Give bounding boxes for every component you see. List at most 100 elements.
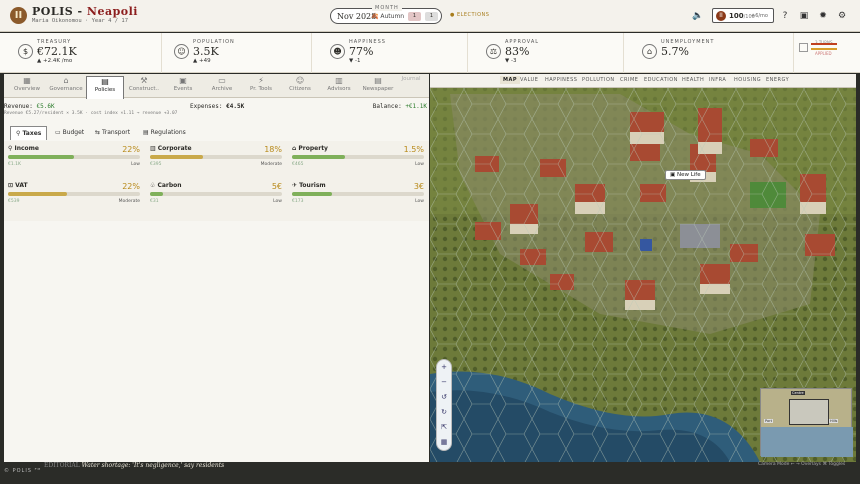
tax-slider[interactable] [292, 155, 424, 159]
zoom-out-icon[interactable]: − [437, 375, 451, 390]
revenue: Revenue: €5.6K [4, 103, 55, 110]
maptab-map[interactable]: MAP [500, 76, 521, 84]
folder-icon: ▭ [218, 76, 226, 85]
month-label: MONTH [372, 5, 402, 11]
tab-construction[interactable]: ⚒ Construct.. [125, 76, 163, 97]
tab-pr-tools[interactable]: ⚡ Pr. Tools [242, 76, 280, 97]
building-label[interactable]: ▣ New Life [665, 170, 706, 180]
tax-slider-fill [150, 192, 164, 196]
settings-icon[interactable]: ✹ [817, 10, 829, 22]
gavel-icon: ⚖ [486, 44, 501, 59]
gear-icon[interactable]: ⚙ [836, 10, 848, 22]
maptab-happiness[interactable]: HAPPINESS [545, 77, 577, 83]
stat-treasury: $ TREASURY €72.1K ▲ +2.4K /mo [0, 33, 162, 73]
layers-icon[interactable]: ▦ [437, 435, 451, 450]
pace-button-a[interactable]: 1 [408, 12, 421, 21]
tax-tourism[interactable]: ✈ Tourism 3€ €173 Low [292, 182, 424, 218]
minimap[interactable]: Centre Port Hills [760, 388, 853, 457]
smile-icon: ☻ [330, 44, 345, 59]
calendar-icon: ▣ [179, 76, 187, 85]
tax-property[interactable]: ⌂ Property 1.5% €465 Low [292, 145, 424, 181]
stats-bar: $ TREASURY €72.1K ▲ +2.4K /mo ☺ POPULATI… [0, 33, 860, 73]
pace-button-b[interactable]: 1 [425, 12, 438, 21]
main-nav: ▦ Overview ⌂ Governance ▤ Policies ⚒ Constru… [4, 74, 430, 99]
tax-vat[interactable]: ⊡ VAT 22% €539 Moderate [8, 182, 140, 218]
tab-governance[interactable]: ⌂ Governance [47, 76, 85, 97]
turns-bar-amber [811, 48, 837, 50]
tax-slider-fill [8, 192, 68, 196]
tax-slider-fill [292, 192, 332, 196]
policies-panel: ▦ Overview ⌂ Governance ▤ Policies ⚒ Constru… [4, 74, 429, 462]
document-icon: ▤ [101, 77, 109, 86]
subtab-budget[interactable]: ▭ Budget [50, 126, 89, 140]
mayor-name: Maria Oikonomou [32, 18, 82, 24]
rotate-right-icon[interactable]: ↻ [437, 405, 451, 420]
city-logo: II [10, 7, 27, 24]
tax-slider[interactable] [150, 155, 282, 159]
coin-icon: II [716, 11, 726, 21]
grid-icon: ▦ [23, 76, 31, 85]
maptab-education[interactable]: EDUCATION [644, 77, 678, 83]
tax-name: ✈ Tourism [292, 182, 326, 189]
tax-slider[interactable] [8, 192, 140, 196]
tax-slider[interactable] [8, 155, 140, 159]
tax-slider[interactable] [150, 192, 282, 196]
tab-events[interactable]: ▣ Events [164, 76, 202, 97]
tax-name: ⊡ VAT [8, 182, 28, 189]
save-icon[interactable]: ▣ [798, 10, 810, 22]
minimap-water [761, 427, 853, 457]
zoom-controls: + − ↺ ↻ ⇱ ▦ [436, 359, 452, 451]
stat-approval: ⚖ APPROVAL 83% ▼ -3 [468, 33, 624, 73]
hammer-icon: ⚒ [140, 76, 148, 85]
stat-happiness: ☻ HAPPINESS 77% ▼ -1 [312, 33, 468, 73]
turns-widget: 3 TURNS APPLIED [797, 39, 839, 65]
help-icon[interactable]: ? [779, 10, 791, 22]
game-name: POLIS - [32, 5, 83, 18]
coins-counter: II 100/100 +6/mo [712, 8, 774, 23]
tax-slider[interactable] [292, 192, 424, 196]
coins-rate: +6/mo [751, 13, 768, 19]
top-bar: II POLIS - Neapoli Maria Oikonomou · Yea… [0, 0, 860, 32]
news-ticker[interactable]: EDITORIAL Water shortage: 'It's negligen… [44, 462, 224, 469]
maptab-housing[interactable]: HOUSING [734, 77, 761, 83]
zoom-in-icon[interactable]: + [437, 360, 451, 375]
maptab-crime[interactable]: CRIME [620, 77, 638, 83]
tab-overview[interactable]: ▦ Overview [8, 76, 46, 97]
tab-journal[interactable]: Journal [392, 76, 430, 97]
people-icon: ☺ [295, 76, 305, 85]
volume-icon[interactable]: 🔈 [692, 10, 704, 22]
turns-bar-red [811, 43, 837, 45]
elections-indicator[interactable]: ● ELECTIONS [450, 12, 489, 18]
city-map[interactable]: MAP VALUE HAPPINESS POLLUTION CRIME EDUC… [430, 74, 856, 462]
keyboard-hints: Camera Mode ← → Overlays ⌘ Toggles [758, 462, 846, 467]
subtab-regulations[interactable]: ▤ Regulations [138, 126, 191, 140]
compass-icon[interactable]: ⇱ [437, 420, 451, 435]
subtab-transport[interactable]: ⇆ Transport [90, 126, 135, 140]
expenses: Expenses: €4.5K [190, 103, 245, 110]
tax-slider-fill [292, 155, 345, 159]
factory-icon: ⌂ [642, 44, 657, 59]
maptab-health[interactable]: HEALTH [682, 77, 704, 83]
subtab-taxes[interactable]: ⚲ Taxes [10, 126, 48, 140]
map-overlay-tabs: MAP VALUE HAPPINESS POLLUTION CRIME EDUC… [430, 74, 856, 88]
minimap-viewport[interactable] [789, 399, 829, 425]
maptab-infra[interactable]: INFRA [709, 77, 726, 83]
rotate-left-icon[interactable]: ↺ [437, 390, 451, 405]
tax-carbon[interactable]: ♧ Carbon 5€ €31 Low [150, 182, 282, 218]
tab-citizens[interactable]: ☺ Citizens [281, 76, 319, 97]
calendar-icon [799, 43, 808, 52]
season-label: 🍂 Autumn [371, 13, 405, 20]
tab-advisors[interactable]: ▥ Advisors [320, 76, 358, 97]
tax-name: ⌂ Property [292, 145, 328, 152]
maptab-energy[interactable]: ENERGY [766, 77, 789, 83]
city-title: POLIS - Neapoli [32, 5, 138, 18]
tab-policies[interactable]: ▤ Policies [86, 76, 124, 99]
tax-name: ⚲ Income [8, 145, 39, 152]
city-name: Neapoli [86, 5, 138, 18]
tab-archive[interactable]: ▭ Archive [203, 76, 241, 97]
balance: Balance: +€1.1K [372, 103, 427, 110]
maptab-value[interactable]: VALUE [520, 77, 538, 83]
maptab-pollution[interactable]: POLLUTION [582, 77, 615, 83]
tax-corporate[interactable]: ▥ Corporate 18% €395 Moderate [150, 145, 282, 181]
tax-income[interactable]: ⚲ Income 22% €1.1K Low [8, 145, 140, 181]
